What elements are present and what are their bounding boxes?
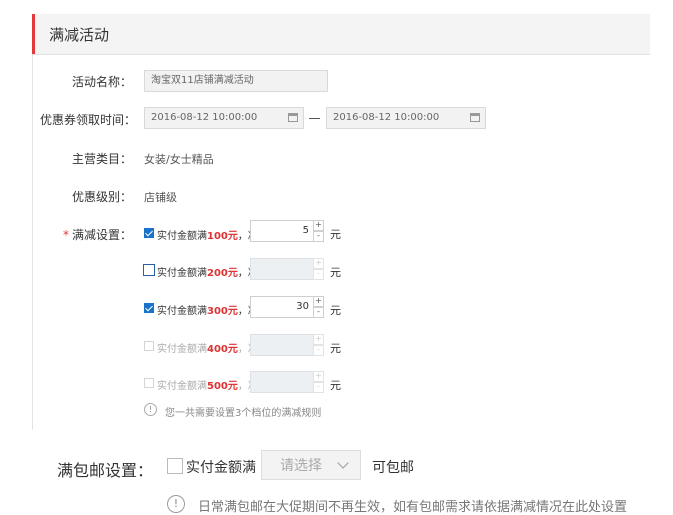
decrement-button[interactable]: - — [313, 269, 324, 280]
activity-name-label: 活动名称： — [71, 75, 132, 89]
start-time-value: 2016-08-12 10:00:00 — [151, 112, 258, 123]
shipping-checkbox[interactable] — [167, 458, 183, 474]
unit-label: 元 — [330, 266, 341, 279]
decrement-button[interactable]: - — [313, 231, 324, 242]
discount-input[interactable] — [250, 334, 314, 356]
rule-text: 实付金额满400元，减 — [157, 344, 258, 355]
date-range-dash — [309, 118, 320, 119]
calendar-icon[interactable] — [470, 113, 480, 122]
discount-input[interactable]: 30 — [250, 296, 314, 318]
increment-button[interactable]: + — [313, 334, 324, 345]
discount-input[interactable] — [250, 371, 314, 393]
unit-label: 元 — [330, 304, 341, 317]
level-value: 店铺级 — [144, 191, 177, 204]
shipping-amount-select[interactable]: 请选择 — [261, 450, 361, 480]
shipping-suffix: 可包邮 — [372, 460, 414, 476]
category-value: 女装/女士精品 — [144, 153, 214, 166]
section-header: 满减活动 — [32, 14, 650, 55]
shipping-label: 满包邮设置： — [57, 461, 154, 480]
rule-checkbox[interactable] — [144, 303, 154, 313]
discount-input[interactable]: 5 — [250, 220, 314, 242]
unit-label: 元 — [330, 228, 341, 241]
rule-text: 实付金额满200元，减 — [157, 268, 258, 279]
rules-hint: 您一共需要设置3个档位的满减规则 — [165, 408, 322, 419]
end-time-input[interactable]: 2016-08-12 10:00:00 — [326, 107, 486, 129]
unit-label: 元 — [330, 379, 341, 392]
rule-checkbox[interactable] — [144, 378, 154, 388]
info-icon: ! — [144, 403, 157, 416]
coupon-time-label: 优惠券领取时间： — [40, 113, 137, 127]
required-mark: * — [62, 228, 69, 242]
decrement-button[interactable]: - — [313, 345, 324, 356]
chevron-down-icon — [337, 457, 349, 469]
shipping-hint: 日常满包邮在大促期间不再生效，如有包邮需求请依据满减情况在此处设置 — [198, 500, 628, 515]
start-time-input[interactable]: 2016-08-12 10:00:00 — [144, 107, 304, 129]
rule-checkbox[interactable] — [144, 341, 154, 351]
accent-bar — [32, 14, 35, 54]
section-title: 满减活动 — [49, 26, 110, 44]
decrement-button[interactable]: - — [313, 382, 324, 393]
level-label: 优惠级别： — [71, 190, 132, 204]
decrement-button[interactable]: - — [313, 307, 324, 318]
rules-label: * 满减设置： — [62, 228, 132, 242]
shipping-checkbox-label: 实付金额满 — [186, 460, 256, 476]
category-label: 主营类目： — [71, 152, 132, 166]
increment-button[interactable]: + — [313, 220, 324, 231]
select-placeholder: 请选择 — [280, 458, 322, 474]
rule-text: 实付金额满100元，减 — [157, 231, 258, 242]
end-time-value: 2016-08-12 10:00:00 — [333, 112, 440, 123]
rule-text: 实付金额满500元，减 — [157, 381, 258, 392]
calendar-icon[interactable] — [288, 113, 298, 122]
increment-button[interactable]: + — [313, 258, 324, 269]
discount-input[interactable] — [250, 258, 314, 280]
rule-checkbox[interactable] — [144, 228, 154, 238]
activity-name-input[interactable]: 淘宝双11店铺满减活动 — [144, 70, 328, 92]
unit-label: 元 — [330, 342, 341, 355]
increment-button[interactable]: + — [313, 296, 324, 307]
info-icon: ! — [167, 495, 185, 513]
increment-button[interactable]: + — [313, 371, 324, 382]
rule-text: 实付金额满300元，减 — [157, 306, 258, 317]
rule-checkbox[interactable] — [143, 264, 155, 276]
